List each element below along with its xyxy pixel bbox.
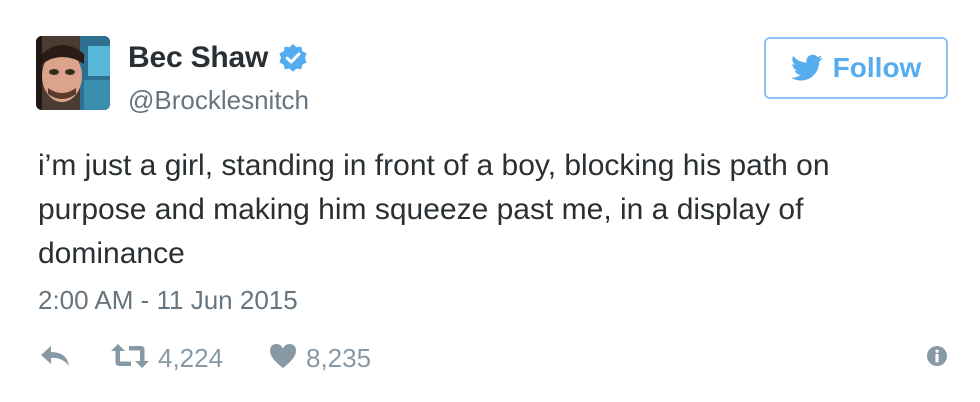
author-display-name[interactable]: Bec Shaw	[128, 40, 268, 76]
reply-icon	[38, 342, 72, 375]
like-button[interactable]: 8,235	[268, 340, 371, 376]
heart-icon	[268, 342, 298, 375]
author-name-row: Bec Shaw	[128, 40, 308, 76]
retweet-button[interactable]: 4,224	[110, 340, 223, 376]
follow-button[interactable]: Follow	[764, 37, 948, 99]
author-handle[interactable]: @Brocklesnitch	[128, 84, 309, 116]
tweet-card: Bec Shaw @Brocklesnitch Follow i’m just …	[0, 0, 980, 402]
verified-badge-icon	[278, 43, 308, 73]
twitter-bird-icon	[790, 54, 823, 82]
tweet-timestamp[interactable]: 2:00 AM - 11 Jun 2015	[38, 284, 298, 316]
follow-button-label: Follow	[832, 52, 922, 83]
retweet-icon	[110, 342, 150, 375]
info-icon	[926, 345, 948, 372]
like-count: 8,235	[306, 343, 372, 373]
retweet-count: 4,224	[158, 343, 224, 373]
avatar-image	[36, 36, 110, 110]
info-button[interactable]	[926, 340, 948, 376]
tweet-text: i’m just a girl, standing in front of a …	[38, 149, 830, 270]
tweet-actions: 4,224 8,235	[38, 340, 948, 376]
reply-button[interactable]	[38, 340, 72, 376]
author-avatar[interactable]	[36, 36, 110, 110]
